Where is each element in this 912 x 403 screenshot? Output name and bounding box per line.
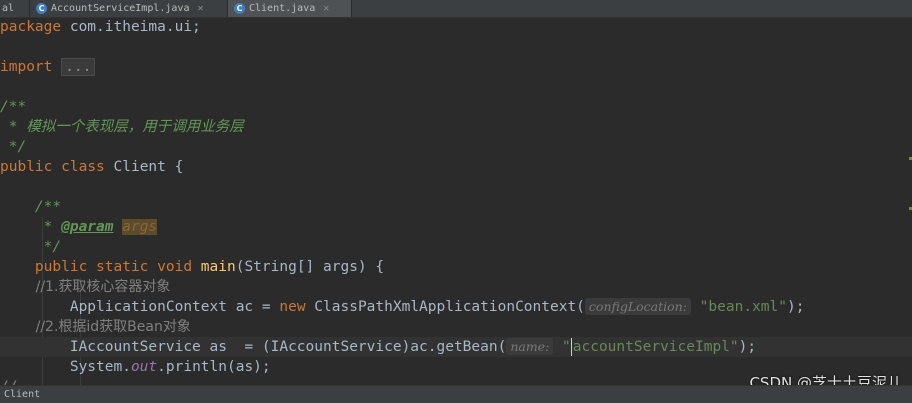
breadcrumb-bar: Client bbox=[0, 385, 912, 403]
class-icon: C bbox=[234, 3, 245, 14]
folded-region[interactable]: ... bbox=[61, 58, 96, 76]
close-icon[interactable]: ✕ bbox=[197, 3, 203, 14]
tab-label: al bbox=[2, 3, 15, 14]
breadcrumb-item[interactable]: Client bbox=[4, 389, 40, 400]
code-line: public static void main(String[] args) { bbox=[0, 259, 385, 275]
code-line: * @param args bbox=[0, 219, 158, 235]
code-line: package com.itheima.ui; bbox=[0, 19, 201, 35]
tab-label: AccountServiceImpl.java bbox=[51, 3, 190, 14]
code-line: */ bbox=[0, 239, 62, 255]
code-line: * 模拟一个表现层，用于调用业务层 bbox=[0, 119, 244, 135]
code-line: //1.获取核心容器对象 bbox=[0, 279, 171, 295]
tab-client[interactable]: C Client.java ✕ bbox=[228, 0, 352, 17]
text-cursor bbox=[570, 338, 572, 356]
tab-account-service-impl[interactable]: C AccountServiceImpl.java ✕ bbox=[30, 0, 228, 17]
code-line: /** bbox=[0, 99, 27, 115]
code-line-current: IAccountService as = (IAccountService)ac… bbox=[0, 337, 912, 357]
code-editor[interactable]: package com.itheima.ui; import ... /** *… bbox=[0, 17, 912, 395]
close-icon[interactable]: ✕ bbox=[323, 3, 329, 14]
class-icon: C bbox=[36, 3, 47, 14]
code-line: import ... bbox=[0, 57, 912, 77]
parameter-hint: configLocation: bbox=[584, 298, 691, 315]
parameter-hint: name: bbox=[506, 338, 554, 355]
code-line: //2.根据id获取Bean对象 bbox=[0, 319, 191, 335]
code-line: /** bbox=[0, 199, 62, 215]
editor-tab-bar: al C AccountServiceImpl.java ✕ C Client.… bbox=[0, 0, 912, 18]
code-line: ApplicationContext ac = new ClassPathXml… bbox=[0, 298, 805, 315]
tab-label: Client.java bbox=[249, 3, 316, 14]
code-line: public class Client { bbox=[0, 159, 184, 175]
tab-partial[interactable]: al bbox=[0, 0, 30, 17]
code-line: */ bbox=[0, 139, 27, 155]
